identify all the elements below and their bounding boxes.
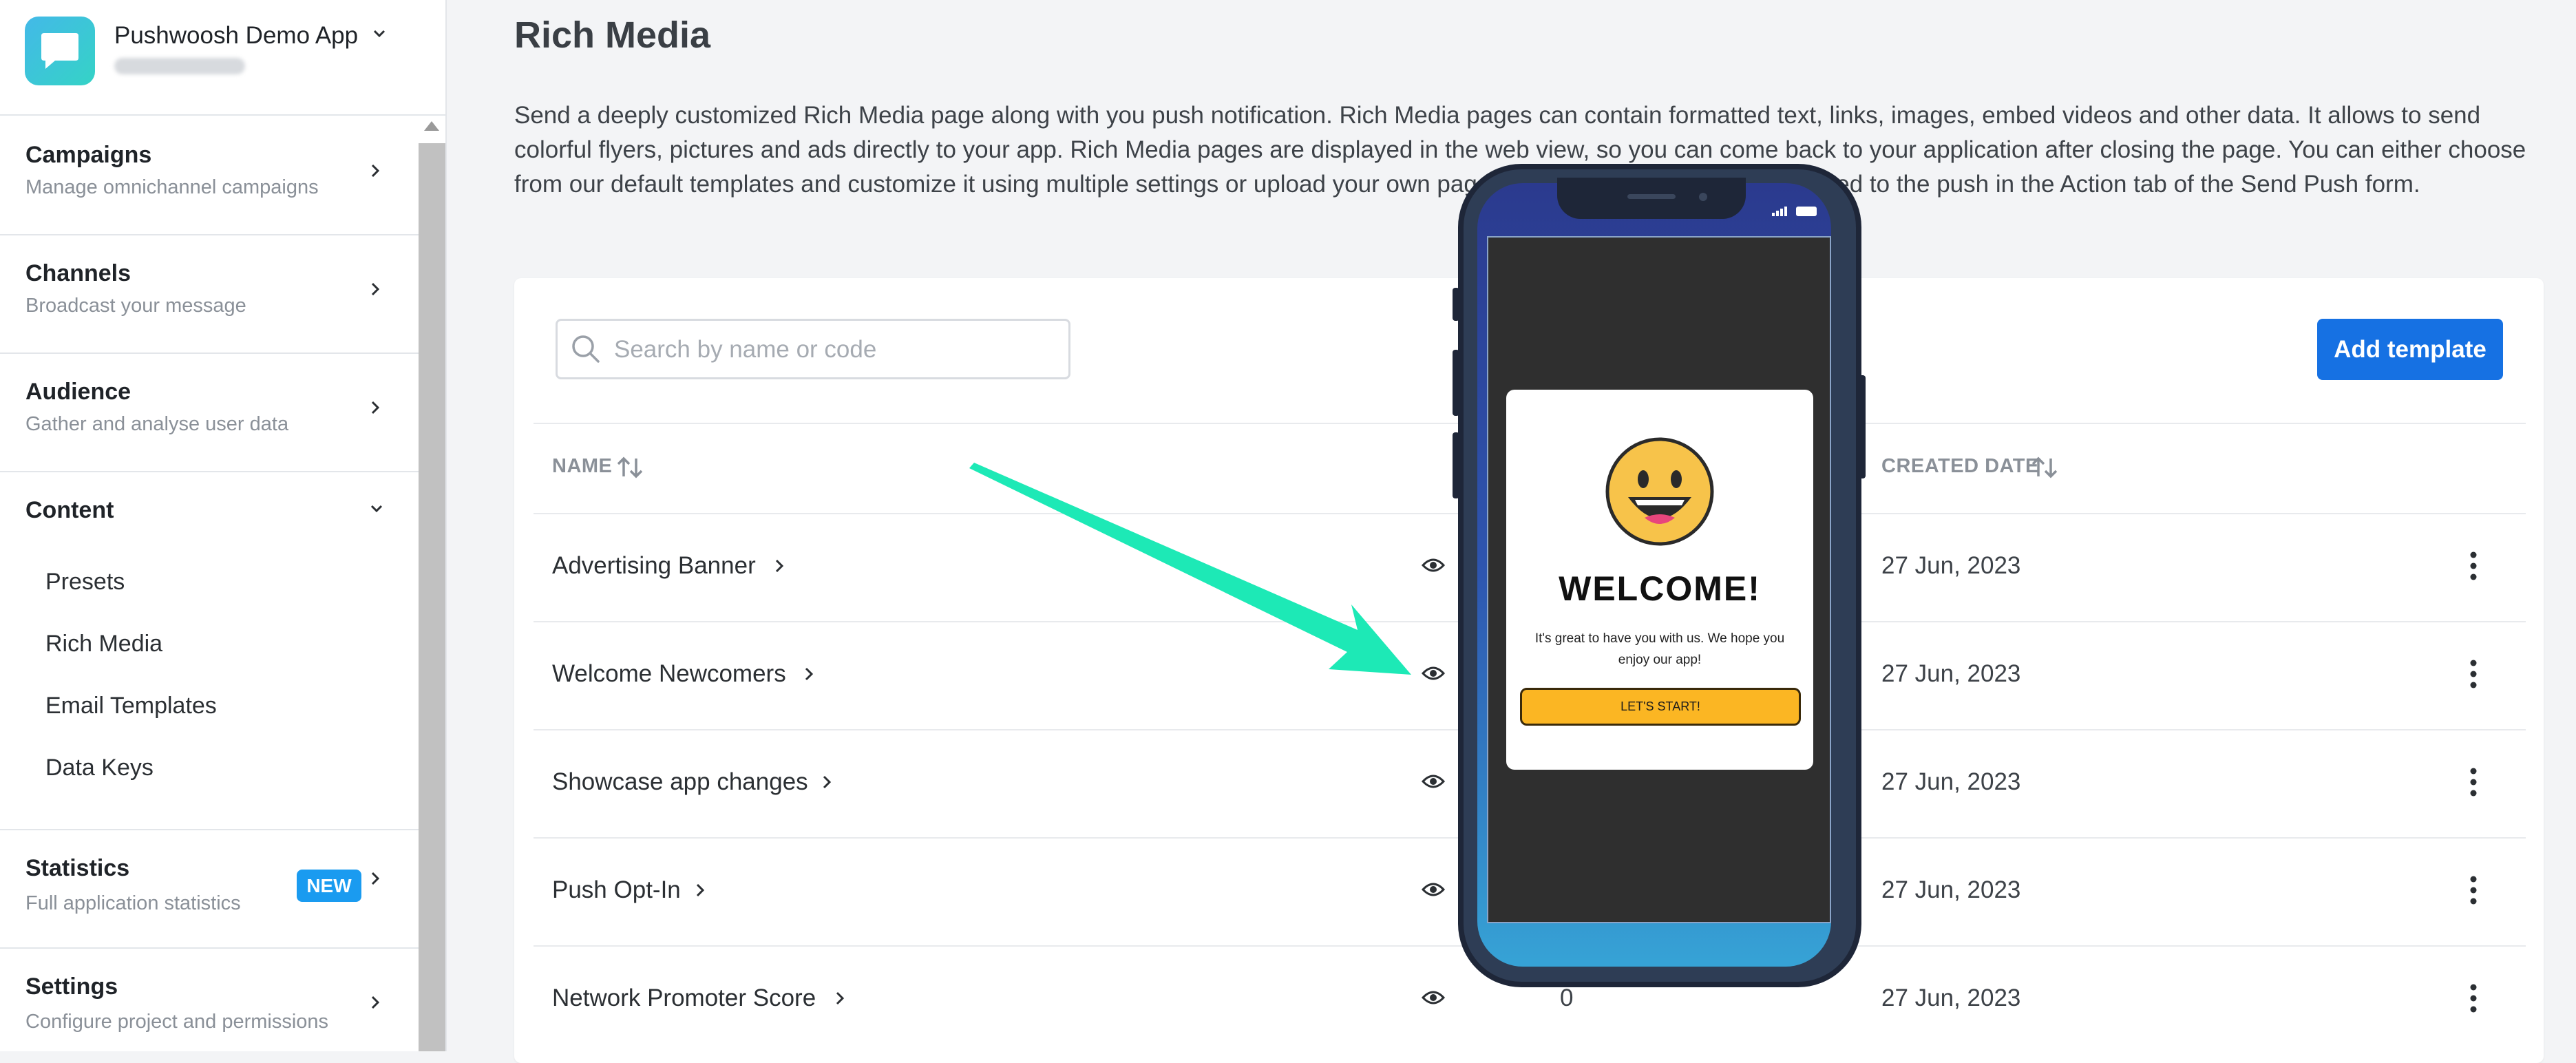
- nav-item-data-keys[interactable]: Data Keys: [45, 755, 154, 781]
- chevron-right-icon[interactable]: [832, 989, 848, 1008]
- chevron-right-icon: [371, 164, 380, 178]
- phone-speaker: [1627, 194, 1676, 199]
- chevron-right-icon: [371, 282, 380, 296]
- battery-icon: [1796, 207, 1817, 216]
- chevron-right-icon[interactable]: [692, 881, 708, 900]
- template-name[interactable]: Welcome Newcomers: [552, 660, 786, 688]
- nav-channels[interactable]: Channels Broadcast your message: [0, 234, 419, 354]
- nav-title: Settings: [25, 973, 118, 1000]
- more-options-icon[interactable]: [2469, 767, 2478, 797]
- nav-settings[interactable]: Settings Configure project and permissio…: [0, 947, 419, 1051]
- scroll-up-icon[interactable]: [424, 121, 439, 131]
- chevron-down-icon: [370, 505, 383, 513]
- nav-content[interactable]: Content Presets Rich Media Email Templat…: [0, 471, 419, 830]
- created-date: 27 Jun, 2023: [1881, 768, 2021, 795]
- created-date: 27 Jun, 2023: [1881, 660, 2021, 687]
- nav-campaigns[interactable]: Campaigns Manage omnichannel campaigns: [0, 116, 419, 235]
- nav-subtitle: Manage omnichannel campaigns: [25, 176, 319, 198]
- nav-item-presets[interactable]: Presets: [45, 569, 125, 596]
- more-options-icon[interactable]: [2469, 875, 2478, 905]
- chevron-right-icon: [371, 996, 380, 1009]
- eye-icon[interactable]: [1421, 988, 1446, 1007]
- welcome-text: It's great to have you with us. We hope …: [1534, 631, 1785, 667]
- column-header-created-date[interactable]: CREATED DATE: [1881, 455, 2039, 478]
- sidebar: Pushwoosh Demo App Campaigns Manage omni…: [0, 0, 447, 1051]
- new-badge: NEW: [297, 870, 361, 902]
- chevron-right-icon: [371, 872, 380, 885]
- chevron-right-icon[interactable]: [819, 772, 835, 792]
- app-name: Pushwoosh Demo App: [114, 22, 359, 49]
- more-options-icon[interactable]: [2469, 659, 2478, 689]
- chevron-right-icon[interactable]: [801, 664, 817, 684]
- usage-count: 0: [1560, 985, 1574, 1011]
- template-name[interactable]: Push Opt-In: [552, 876, 681, 904]
- phone-camera: [1699, 193, 1707, 201]
- more-options-icon[interactable]: [2469, 551, 2478, 581]
- column-header-name[interactable]: NAME: [552, 455, 612, 478]
- app-code: [114, 58, 245, 74]
- eye-icon[interactable]: [1421, 664, 1446, 683]
- add-template-button[interactable]: Add template: [2317, 319, 2503, 380]
- template-name[interactable]: Showcase app changes: [552, 768, 808, 796]
- app-switcher[interactable]: Pushwoosh Demo App: [0, 0, 445, 116]
- nav-item-rich-media[interactable]: Rich Media: [45, 631, 162, 657]
- page-title: Rich Media: [514, 14, 711, 56]
- nav-title: Content: [25, 497, 114, 523]
- chevron-right-icon: [371, 401, 380, 414]
- app-logo: [25, 17, 95, 85]
- lets-start-button[interactable]: LET'S START!: [1520, 688, 1801, 726]
- sort-icon[interactable]: [2029, 454, 2060, 481]
- chevron-down-icon[interactable]: [370, 25, 388, 43]
- sort-icon[interactable]: [615, 454, 645, 481]
- search-icon: [572, 335, 600, 363]
- welcome-title: WELCOME!: [1559, 569, 1761, 608]
- nav-title: Statistics: [25, 855, 130, 881]
- eye-icon[interactable]: [1421, 772, 1446, 791]
- nav-subtitle: Gather and analyse user data: [25, 413, 289, 435]
- template-name[interactable]: Advertising Banner: [552, 552, 756, 580]
- nav-item-email-templates[interactable]: Email Templates: [45, 693, 217, 719]
- nav-subtitle: Broadcast your message: [25, 295, 246, 317]
- smiley-face-icon: [1605, 437, 1714, 546]
- eye-icon[interactable]: [1421, 556, 1446, 575]
- created-date: 27 Jun, 2023: [1881, 985, 2021, 1011]
- annotation-arrow: [969, 463, 1411, 675]
- created-date: 27 Jun, 2023: [1881, 876, 2021, 903]
- nav-title: Channels: [25, 260, 131, 286]
- more-options-icon[interactable]: [2469, 983, 2478, 1013]
- nav-title: Campaigns: [25, 142, 152, 168]
- created-date: 27 Jun, 2023: [1881, 552, 2021, 579]
- nav-subtitle: Configure project and permissions: [25, 1011, 329, 1033]
- eye-icon[interactable]: [1421, 880, 1446, 899]
- scrollbar-thumb[interactable]: [419, 143, 445, 1051]
- search-input[interactable]: [613, 330, 1056, 369]
- nav-title: Audience: [25, 379, 131, 405]
- signal-icon: [1772, 207, 1787, 216]
- nav-subtitle: Full application statistics: [25, 892, 241, 914]
- chevron-right-icon[interactable]: [771, 556, 788, 576]
- nav-audience[interactable]: Audience Gather and analyse user data: [0, 352, 419, 472]
- template-name[interactable]: Network Promoter Score: [552, 985, 816, 1012]
